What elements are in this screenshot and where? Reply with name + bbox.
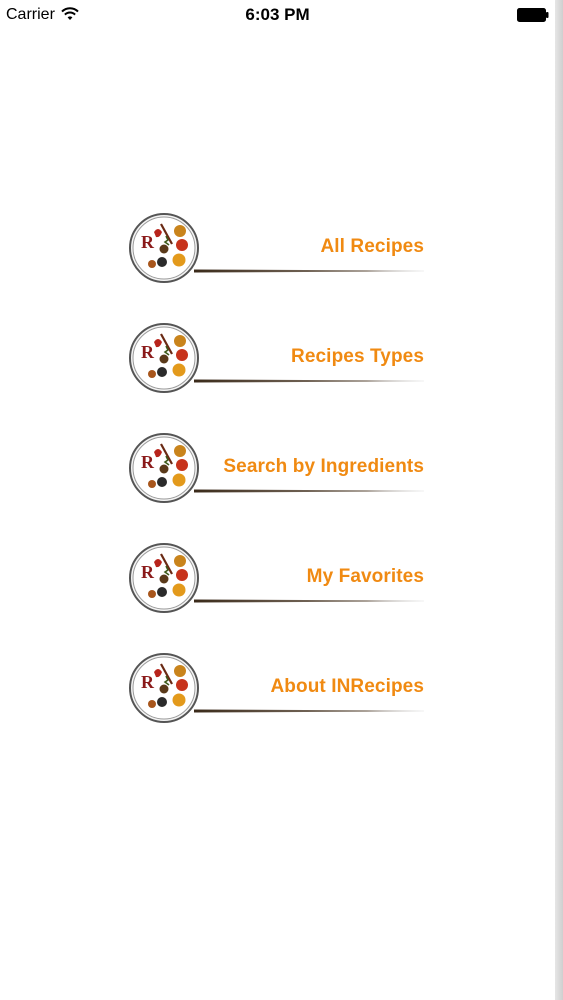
menu-item-divider xyxy=(194,269,424,273)
menu-item-divider xyxy=(194,489,424,493)
menu-item-label: My Favorites xyxy=(306,566,424,587)
menu-item-label: All Recipes xyxy=(320,236,424,257)
spice-plate-icon: R xyxy=(129,213,199,283)
screen-edge xyxy=(555,0,563,1000)
menu-item-recipes-types[interactable]: R Recipes Types xyxy=(128,322,428,394)
svg-text:R: R xyxy=(141,232,155,252)
menu-item-about-inrecipes[interactable]: R About INRecipes xyxy=(128,652,428,724)
menu-item-label: Search by Ingredients xyxy=(223,456,424,477)
battery-icon xyxy=(517,8,549,22)
menu-item-label: About INRecipes xyxy=(270,676,424,697)
menu-item-all-recipes[interactable]: R All Recipes xyxy=(128,212,428,284)
spice-plate-icon: R xyxy=(129,543,199,613)
svg-text:R: R xyxy=(141,562,155,582)
menu-item-divider xyxy=(194,379,424,383)
menu-item-divider xyxy=(194,709,424,713)
spice-plate-icon: R xyxy=(129,653,199,723)
main-menu: R All Recipes R Recipes Types R Search b… xyxy=(128,212,428,762)
status-time: 6:03 PM xyxy=(245,5,310,24)
menu-item-search-by-ingredients[interactable]: R Search by Ingredients xyxy=(128,432,428,504)
menu-item-my-favorites[interactable]: R My Favorites xyxy=(128,542,428,614)
spice-plate-icon: R xyxy=(129,433,199,503)
menu-item-divider xyxy=(194,599,424,603)
svg-text:R: R xyxy=(141,672,155,692)
svg-text:R: R xyxy=(141,342,155,362)
spice-plate-icon: R xyxy=(129,323,199,393)
svg-text:R: R xyxy=(141,452,155,472)
status-bar: Carrier 6:03 PM xyxy=(0,0,555,32)
menu-item-label: Recipes Types xyxy=(291,346,424,367)
